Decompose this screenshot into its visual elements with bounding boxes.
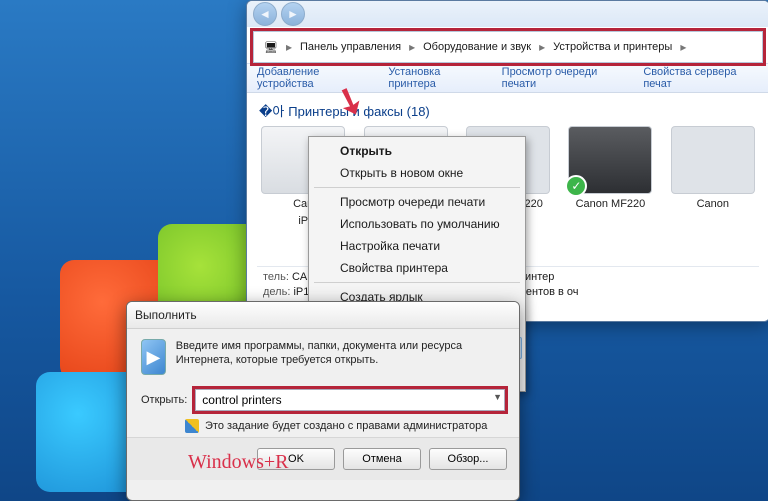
cancel-button[interactable]: Отмена: [343, 448, 421, 470]
command-bar: Добавление устройства Установка принтера…: [247, 63, 768, 93]
run-icon: ▶: [141, 339, 166, 375]
menu-set-default[interactable]: Использовать по умолчанию: [312, 213, 522, 235]
cmd-install-printer[interactable]: Установка принтера: [388, 66, 483, 90]
run-admin-note: Это задание будет создано с правами адми…: [205, 420, 487, 432]
run-titlebar[interactable]: Выполнить: [127, 302, 519, 329]
default-check-icon: ✓: [565, 175, 587, 197]
run-dialog: Выполнить ▶ Введите имя программы, папки…: [126, 301, 520, 501]
nav-back-button[interactable]: ◄: [253, 2, 277, 26]
menu-open[interactable]: Открыть: [312, 140, 522, 162]
run-command-combo[interactable]: ▼: [195, 389, 505, 411]
device-item[interactable]: ✓Canon MF220: [568, 126, 652, 228]
printer-icon: [671, 126, 755, 194]
cmd-server-props[interactable]: Свойства сервера печат: [643, 66, 759, 90]
breadcrumb-item[interactable]: Оборудование и звук: [417, 39, 537, 55]
breadcrumb-item[interactable]: Панель управления: [294, 39, 407, 55]
device-item[interactable]: Canon: [671, 126, 755, 228]
annotation-arrow-icon: ➘: [336, 96, 364, 106]
menu-print-prefs[interactable]: Настройка печати: [312, 235, 522, 257]
nav-forward-button[interactable]: ►: [281, 2, 305, 26]
nav-strip: ◄ ►: [247, 1, 768, 27]
menu-printer-props[interactable]: Свойства принтера: [312, 257, 522, 279]
cmd-view-queue[interactable]: Просмотр очереди печати: [502, 66, 626, 90]
breadcrumb[interactable]: 🖥▸ Панель управления▸ Оборудование и зву…: [253, 31, 763, 63]
browse-button[interactable]: Обзор...: [429, 448, 507, 470]
chevron-down-icon[interactable]: ▼: [493, 392, 502, 402]
breadcrumb-root-icon[interactable]: 🖥: [258, 39, 284, 56]
uac-shield-icon: [185, 419, 199, 433]
run-description: Введите имя программы, папки, документа …: [176, 339, 505, 375]
run-open-label: Открыть:: [141, 394, 187, 406]
menu-view-queue[interactable]: Просмотр очереди печати: [312, 191, 522, 213]
run-command-input[interactable]: [195, 389, 505, 411]
desktop: ◄ ► 🖥▸ Панель управления▸ Оборудование и…: [0, 0, 768, 501]
annotation-hotkey: Windows+R: [188, 451, 288, 474]
run-title: Выполнить: [135, 308, 197, 322]
menu-open-new-window[interactable]: Открыть в новом окне: [312, 162, 522, 184]
printer-icon: ✓: [568, 126, 652, 194]
breadcrumb-item[interactable]: Устройства и принтеры: [547, 39, 678, 55]
